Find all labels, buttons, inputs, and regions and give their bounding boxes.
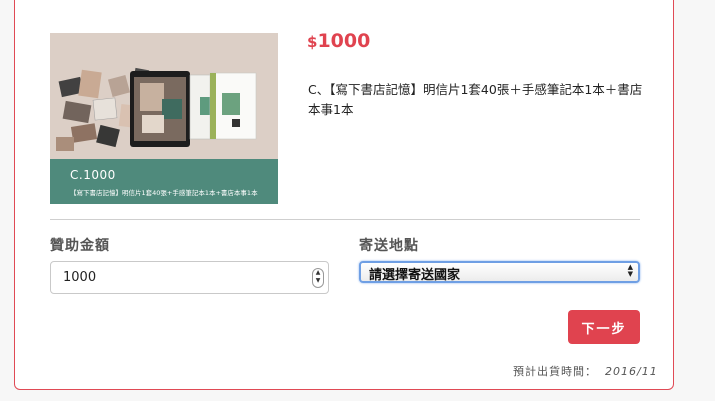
stepper-up-icon[interactable]: ▲ bbox=[313, 269, 323, 277]
shipping-selected-value[interactable]: 請選擇寄送國家 bbox=[369, 264, 460, 283]
product-collage bbox=[50, 33, 278, 159]
amount-label: 贊助金額 bbox=[50, 238, 110, 254]
shipping-time-label: 預計出貨時間： bbox=[513, 365, 597, 378]
shipping-country-select[interactable]: 請選擇寄送國家 ▲ ▼ bbox=[359, 261, 640, 283]
stepper-down-icon[interactable]: ▼ bbox=[313, 277, 323, 285]
currency-symbol: $ bbox=[307, 33, 318, 51]
next-step-button[interactable]: 下一步 bbox=[568, 310, 640, 344]
reward-image-band: C.1000 【寫下書店記憶】明信片1套40張+手感筆記本1本+書店本事1本 bbox=[50, 159, 278, 204]
amount-input[interactable]: 1000 ▲ ▼ bbox=[50, 261, 329, 294]
shipping-label: 寄送地點 bbox=[359, 238, 419, 254]
reward-description: C、【寫下書店記憶】明信片1套40張＋手感筆記本1本＋書店本事1本 bbox=[308, 82, 643, 117]
select-arrows-icon[interactable]: ▲ ▼ bbox=[628, 264, 633, 278]
amount-value[interactable]: 1000 bbox=[63, 270, 96, 285]
reward-image-code: C.1000 bbox=[70, 168, 116, 182]
reward-image-caption: 【寫下書店記憶】明信片1套40張+手感筆記本1本+書店本事1本 bbox=[70, 189, 258, 197]
estimated-shipping: 預計出貨時間： 2016/11 bbox=[513, 363, 658, 379]
amount-stepper[interactable]: ▲ ▼ bbox=[312, 268, 324, 288]
shipping-time-date: 2016/11 bbox=[605, 365, 658, 378]
reward-image: C.1000 【寫下書店記憶】明信片1套40張+手感筆記本1本+書店本事1本 bbox=[50, 33, 278, 204]
price-value: 1000 bbox=[317, 30, 371, 52]
divider bbox=[50, 219, 640, 220]
reward-price: $1000 bbox=[307, 30, 370, 52]
